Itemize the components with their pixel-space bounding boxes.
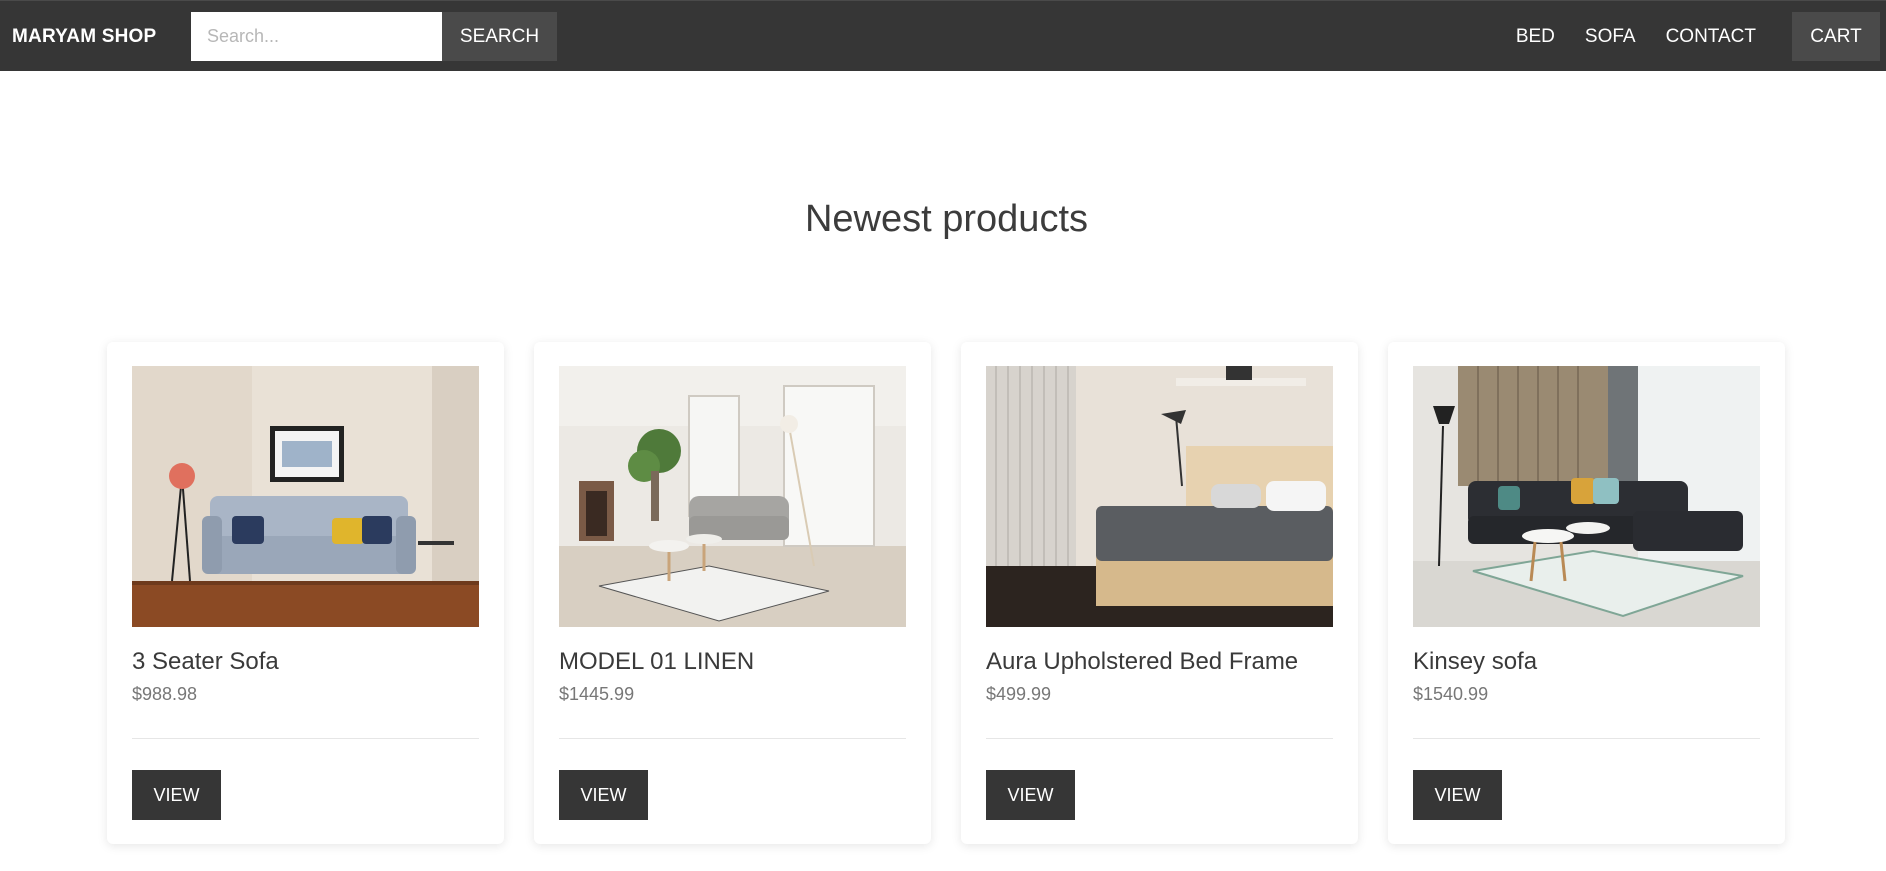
- brand-logo[interactable]: MARYAM SHOP: [12, 26, 156, 48]
- product-price: $499.99: [986, 684, 1052, 704]
- product-price: $1540.99: [1413, 684, 1489, 704]
- view-button[interactable]: VIEW: [986, 770, 1075, 820]
- top-navbar: MARYAM SHOP SEARCH BED SOFA CONTACT CART: [0, 0, 1886, 71]
- product-card: 3 Seater Sofa $988.98 VIEW: [107, 342, 504, 844]
- product-price: $1445.99: [559, 684, 635, 704]
- product-card: MODEL 01 LINEN $1445.99 VIEW: [534, 342, 931, 844]
- nav-link-bed[interactable]: BED: [1516, 26, 1555, 48]
- product-name[interactable]: Kinsey sofa: [1413, 648, 1537, 676]
- search-button[interactable]: SEARCH: [442, 12, 557, 61]
- nav-link-contact[interactable]: CONTACT: [1666, 26, 1756, 48]
- product-name[interactable]: 3 Seater Sofa: [132, 648, 279, 676]
- card-divider: [1413, 738, 1760, 739]
- product-price: $988.98: [132, 684, 198, 704]
- product-image[interactable]: [132, 366, 479, 627]
- product-name[interactable]: Aura Upholstered Bed Frame: [986, 648, 1298, 676]
- product-card: Kinsey sofa $1540.99 VIEW: [1388, 342, 1785, 844]
- product-image[interactable]: [1413, 366, 1760, 627]
- card-divider: [559, 738, 906, 739]
- search-input[interactable]: [191, 12, 442, 61]
- card-divider: [132, 738, 479, 739]
- view-button[interactable]: VIEW: [1413, 770, 1502, 820]
- view-button[interactable]: VIEW: [132, 770, 221, 820]
- cart-button[interactable]: CART: [1792, 12, 1880, 61]
- nav-links: BED SOFA CONTACT: [1516, 1, 1756, 72]
- section-title: Newest products: [804, 198, 1088, 240]
- nav-link-sofa[interactable]: SOFA: [1585, 26, 1636, 48]
- product-image[interactable]: [986, 366, 1333, 627]
- product-image[interactable]: [559, 366, 906, 627]
- card-divider: [986, 738, 1333, 739]
- view-button[interactable]: VIEW: [559, 770, 648, 820]
- product-card: Aura Upholstered Bed Frame $499.99 VIEW: [961, 342, 1358, 844]
- product-name[interactable]: MODEL 01 LINEN: [559, 648, 754, 676]
